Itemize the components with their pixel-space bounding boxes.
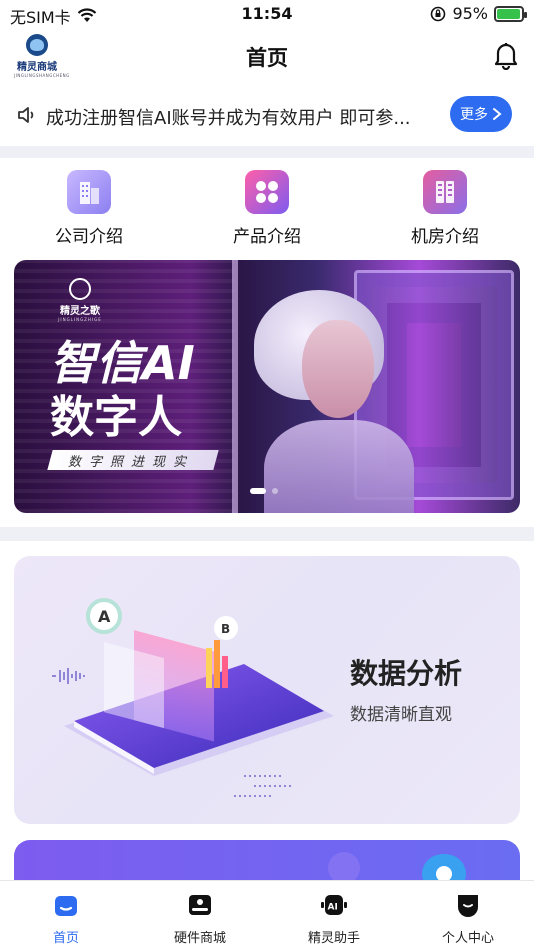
banner-light-bar: [232, 260, 238, 513]
bottom-tab-bar: 首页 硬件商城 AI 精灵助手 个人中心: [0, 880, 534, 950]
tab-label: 硬件商城: [173, 931, 226, 946]
status-bar: 无SIM卡 11:54 95%: [0, 0, 534, 28]
quick-link-server-room[interactable]: 机房介绍: [385, 170, 505, 247]
banner-tagline: 数字照进现实: [68, 455, 195, 470]
notice-bar[interactable]: 成功注册智信AI账号并成为有效用户 即可参... 更多: [0, 92, 534, 138]
data-analysis-card[interactable]: A B 数据分析 数据清晰直观: [14, 556, 520, 824]
orientation-lock-icon: [431, 6, 446, 21]
tab-hardware-mall[interactable]: 硬件商城: [140, 891, 260, 946]
carousel-dot[interactable]: [250, 488, 266, 494]
profile-icon: [458, 895, 478, 917]
data-analysis-illustration: A B: [52, 598, 334, 797]
quick-link-label: 机房介绍: [411, 227, 479, 247]
banner-brand-name: 精灵之歌: [60, 306, 100, 317]
logo-subtext: JINGLINGSHANGCHENG: [14, 73, 70, 78]
app-header: 精灵商城 JINGLINGSHANGCHENG 首页: [0, 30, 534, 80]
banner-brand-emblem-icon: [69, 278, 91, 300]
tab-assistant[interactable]: AI 精灵助手: [274, 891, 394, 946]
quick-link-label: 产品介绍: [233, 227, 301, 247]
page-title: 首页: [246, 46, 288, 70]
card-title: 数据分析: [350, 657, 463, 690]
promo-banner[interactable]: 精灵之歌 JINGLINGZHIGE 智信AI 数字人 数字照进现实: [14, 260, 520, 513]
ai-assistant-icon: AI: [321, 895, 347, 915]
tab-profile[interactable]: 个人中心: [408, 891, 528, 946]
notice-text: 成功注册智信AI账号并成为有效用户 即可参...: [46, 108, 411, 129]
carousel-dot[interactable]: [272, 488, 278, 494]
status-right: 95%: [430, 4, 527, 23]
battery-fill: [497, 8, 520, 19]
quick-links: 公司介绍 产品介绍 机房介绍: [0, 170, 534, 250]
marker-a-label: A: [98, 607, 111, 626]
battery-percent: 95%: [452, 4, 488, 23]
clover-icon: [245, 170, 289, 214]
section-divider: [0, 146, 534, 158]
svg-text:AI: AI: [328, 903, 338, 913]
more-button-label: 更多: [460, 107, 488, 123]
carousel-dots[interactable]: [250, 488, 278, 494]
tab-label: 个人中心: [441, 931, 494, 946]
tab-home[interactable]: 首页: [6, 891, 126, 946]
quick-link-label: 公司介绍: [55, 227, 123, 247]
building-icon: [67, 170, 111, 214]
banner-brand-sub: JINGLINGZHIGE: [58, 317, 102, 322]
banner-headline-2: 数字人: [50, 392, 182, 443]
tab-label: 首页: [52, 931, 79, 946]
quick-link-company[interactable]: 公司介绍: [29, 170, 149, 247]
banner-headline-1: 智信AI: [50, 336, 195, 390]
card-subtitle: 数据清晰直观: [350, 705, 452, 725]
banner-brand: 精灵之歌 JINGLINGZHIGE: [50, 278, 110, 322]
bell-icon[interactable]: [492, 40, 520, 70]
server-icon: [423, 170, 467, 214]
battery-icon: [494, 5, 527, 22]
marker-b-label: B: [221, 622, 230, 636]
speaker-icon: [18, 107, 34, 123]
banner-digital-human-image: [254, 290, 414, 513]
section-divider: [0, 527, 534, 541]
quick-link-product[interactable]: 产品介绍: [207, 170, 327, 247]
home-icon: [55, 896, 77, 916]
chevron-right-icon: [493, 108, 502, 120]
hardware-icon: [189, 895, 211, 915]
tab-label: 精灵助手: [307, 931, 360, 946]
more-button[interactable]: 更多: [450, 96, 512, 132]
